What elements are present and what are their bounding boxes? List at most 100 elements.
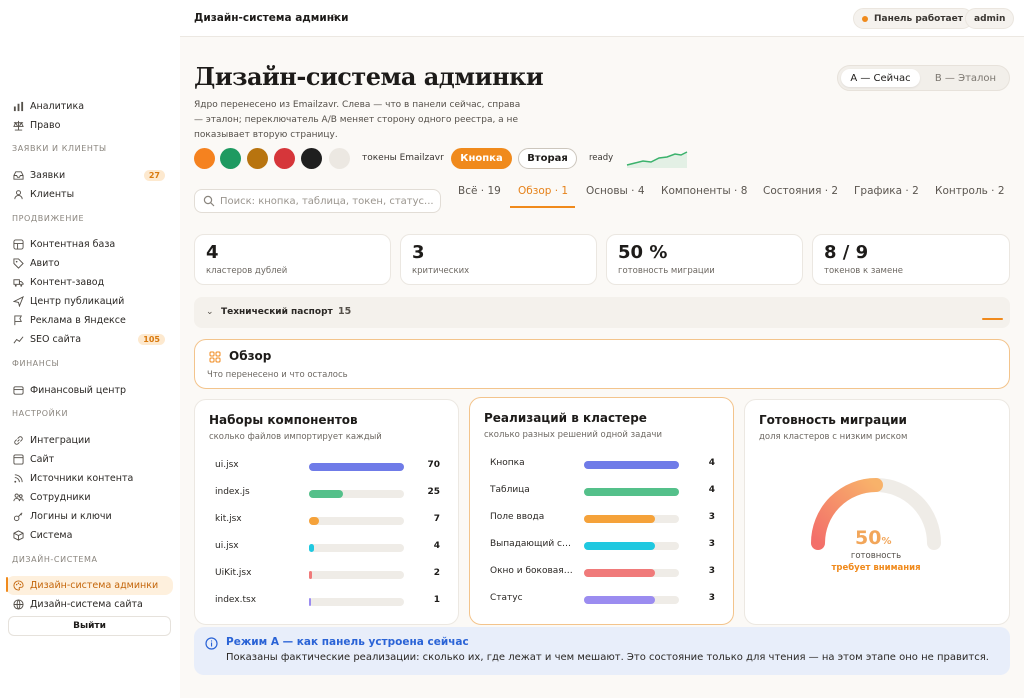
implementations-card: Реализаций в кластере сколько разных реш… (469, 397, 734, 625)
tab-all[interactable]: Всё · 19 (458, 185, 501, 197)
sidebar-item-label: Сотрудники (30, 492, 91, 503)
sidebar: Аналитика Право ЗАЯВКИ И КЛИЕНТЫ Заявки … (0, 0, 180, 698)
sidebar-item-law[interactable]: Право (6, 116, 173, 135)
sample-secondary-button[interactable]: Вторая (518, 148, 577, 169)
topbar-title: Дизайн-система админки (194, 12, 349, 24)
sidebar-item-finance[interactable]: Финансовый центр (6, 381, 173, 400)
sidebar-item-clients[interactable]: Клиенты (6, 185, 173, 204)
help-icon[interactable]: ? (332, 13, 336, 22)
sidebar-item-admin-design-system[interactable]: Дизайн-система админки (6, 576, 173, 595)
gauge-status: требует внимания (831, 563, 921, 573)
sidebar-item-label: Контентная база (30, 239, 116, 250)
bar-row: Статус 3 (490, 593, 715, 605)
tag-icon (12, 258, 24, 270)
tab-control[interactable]: Контроль · 2 (935, 185, 1005, 197)
sidebar-item-analytics[interactable]: Аналитика (6, 97, 173, 116)
users-icon (12, 189, 24, 201)
sidebar-item-publications[interactable]: Центр публикаций (6, 292, 173, 311)
stat-label: готовность миграции (618, 266, 715, 276)
card-title: Наборы компонентов (209, 413, 358, 427)
grid-icon (12, 239, 24, 251)
stat-card: 8 / 9 токенов к замене (812, 234, 1010, 285)
sidebar-item-yandex-ads[interactable]: Реклама в Яндексе (6, 311, 173, 330)
scales-icon (12, 120, 24, 132)
bar-value: 70 (427, 460, 440, 470)
toggle-option-b[interactable]: В — Эталон (924, 69, 1007, 87)
sidebar-item-content-factory[interactable]: Контент-завод (6, 273, 173, 292)
sidebar-item-keys[interactable]: Логины и ключи (6, 507, 173, 526)
bar-label: index.tsx (215, 595, 257, 605)
palette-icon (12, 580, 24, 592)
sidebar-item-content-base[interactable]: Контентная база (6, 235, 173, 254)
bar-label: Окно и боковая ... (490, 566, 574, 576)
bar-row: kit.jsx 7 (215, 514, 440, 526)
tab-states[interactable]: Состояния · 2 (763, 185, 838, 197)
sidebar-item-site[interactable]: Сайт (6, 450, 173, 469)
bar-value: 25 (427, 487, 440, 497)
bar-fill (309, 544, 314, 552)
active-tab-underline (510, 206, 575, 208)
passport-title: Технический паспорт (221, 307, 333, 317)
bar-value: 4 (433, 541, 440, 551)
box-icon (12, 530, 24, 542)
color-swatch[interactable] (329, 148, 350, 169)
card-subtitle: сколько разных решений одной задачи (484, 430, 662, 440)
info-icon (205, 637, 218, 650)
bar-track (309, 490, 404, 498)
bar-row: index.tsx 1 (215, 595, 440, 607)
page-lead: Ядро перенесено из Emailzavr. Слева — чт… (194, 100, 521, 140)
send-icon (12, 296, 24, 308)
sidebar-item-sources[interactable]: Источники контента (6, 469, 173, 488)
stat-label: кластеров дублей (206, 266, 288, 276)
topbar: Дизайн-система админки ? Панель работает… (180, 0, 1024, 37)
tab-basics[interactable]: Основы · 4 (586, 185, 645, 197)
bar-track (584, 488, 679, 496)
sidebar-item-integrations[interactable]: Интеграции (6, 431, 173, 450)
user-menu-button[interactable]: admin (965, 8, 1015, 29)
toggle-option-a[interactable]: А — Сейчас (841, 69, 920, 87)
bar-row: Окно и боковая ... 3 (490, 566, 715, 578)
color-swatch[interactable] (247, 148, 268, 169)
sidebar-item-seo[interactable]: SEO сайта 105 (6, 330, 173, 349)
tab-graphics[interactable]: Графика · 2 (854, 185, 919, 197)
bar-fill (309, 571, 312, 579)
sidebar-item-staff[interactable]: Сотрудники (6, 488, 173, 507)
sidebar-item-requests[interactable]: Заявки 27 (6, 166, 173, 185)
bar-value: 2 (433, 568, 440, 578)
sidebar-item-system[interactable]: Система (6, 526, 173, 545)
gauge-caption: готовность (850, 551, 902, 561)
color-swatch[interactable] (220, 148, 241, 169)
sidebar-item-avito[interactable]: Авито (6, 254, 173, 273)
search-input[interactable] (220, 195, 435, 207)
sample-primary-button[interactable]: Кнопка (451, 148, 512, 169)
stat-value: 3 (412, 242, 425, 263)
bar-row: UiKit.jsx 2 (215, 568, 440, 580)
bar-track (584, 542, 679, 550)
tech-passport-toggle[interactable]: ⌄ Технический паспорт 15 (194, 297, 1010, 328)
color-swatch[interactable] (301, 148, 322, 169)
card-subtitle: доля кластеров с низким риском (759, 432, 908, 442)
status-pill[interactable]: Панель работает (853, 8, 973, 29)
tab-overview[interactable]: Обзор · 1 (518, 185, 568, 197)
bar-track (309, 463, 404, 471)
bar-fill (584, 515, 655, 523)
search-icon (203, 195, 215, 207)
logout-button[interactable]: Выйти (8, 616, 171, 636)
stat-card: 4 кластеров дублей (194, 234, 391, 285)
tab-components[interactable]: Компоненты · 8 (661, 185, 747, 197)
bar-track (309, 544, 404, 552)
bar-track (584, 596, 679, 604)
mode-info-banner: Режим А — как панель устроена сейчас Пок… (194, 627, 1010, 675)
bar-fill (584, 488, 679, 496)
bar-label: Статус (490, 593, 523, 603)
stat-label: критических (412, 266, 470, 276)
color-swatch[interactable] (194, 148, 215, 169)
stat-value: 8 / 9 (824, 242, 869, 263)
sidebar-item-label: Авито (30, 258, 60, 269)
bar-value: 7 (433, 514, 440, 524)
sidebar-item-label: Аналитика (30, 101, 85, 112)
color-swatch[interactable] (274, 148, 295, 169)
sidebar-item-site-design-system[interactable]: Дизайн-система сайта (6, 595, 173, 614)
inbox-icon (12, 170, 24, 182)
search-box (194, 189, 441, 213)
